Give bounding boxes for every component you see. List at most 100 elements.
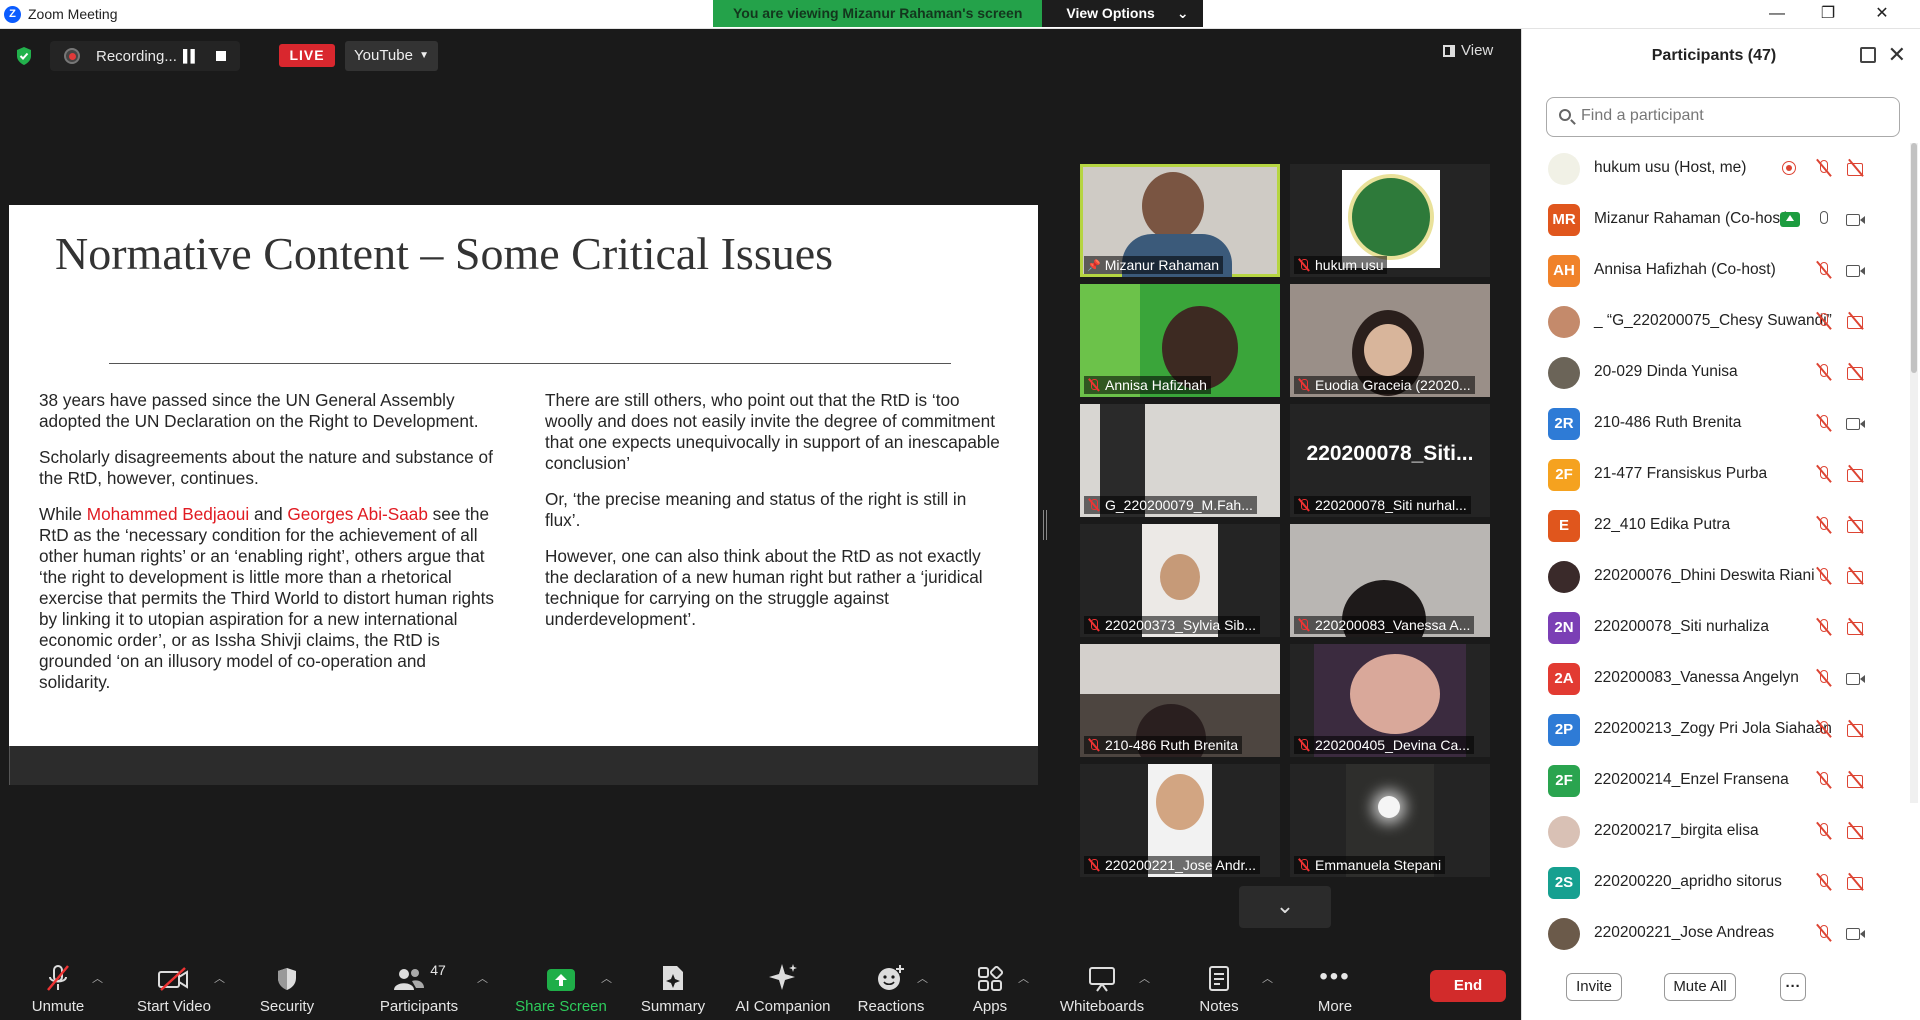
video-tile[interactable]: Euodia Graceia (22020... [1290,284,1490,397]
restore-button[interactable]: ❐ [1805,2,1851,26]
video-options-caret-icon[interactable]: ︿ [214,970,225,986]
video-tile[interactable]: G_220200079_M.Fah... [1080,404,1280,517]
video-icon[interactable] [1846,669,1866,687]
participant-row[interactable]: 20-029 Dinda Yunisa [1522,347,1906,398]
mic-muted-icon[interactable] [1814,516,1834,534]
mic-muted-icon[interactable] [1814,720,1834,738]
participant-row[interactable]: 2F 220200214_Enzel Fransena [1522,755,1906,806]
mic-icon[interactable] [1814,210,1834,228]
more-button[interactable]: ••• More [1302,956,1368,1020]
unmute-button[interactable]: Unmute [22,956,94,1020]
participant-row[interactable]: hukum usu (Host, me) [1522,143,1906,194]
mic-muted-icon[interactable] [1814,771,1834,789]
mic-muted-icon[interactable] [1814,567,1834,585]
more-options-button[interactable]: ··· [1780,973,1806,1001]
video-off-icon[interactable] [1846,312,1866,330]
mute-all-button[interactable]: Mute All [1664,973,1736,1001]
participant-list-scrollbar[interactable] [1910,143,1918,803]
video-tile[interactable]: 220200373_Sylvia Sib... [1080,524,1280,637]
view-options-button[interactable]: View Options ⌄ [1042,0,1203,27]
stop-recording-button[interactable] [216,51,226,61]
security-button[interactable]: Security [252,956,322,1020]
participant-row[interactable]: 2A 220200083_Vanessa Angelyn [1522,653,1906,704]
participant-row[interactable]: E 22_410 Edika Putra [1522,500,1906,551]
apps-options-caret-icon[interactable]: ︿ [1018,970,1029,986]
participants-button[interactable]: 47 Participants [374,956,464,1020]
share-screen-button[interactable]: Share Screen [512,956,610,1020]
close-panel-icon[interactable]: ✕ [1888,42,1906,68]
notes-button[interactable]: Notes [1186,956,1252,1020]
live-badge[interactable]: LIVE [279,44,335,67]
video-tile[interactable]: 📌 Mizanur Rahaman [1080,164,1280,277]
reactions-button[interactable]: Reactions [854,956,928,1020]
video-off-icon[interactable] [1846,363,1866,381]
whiteboards-options-caret-icon[interactable]: ︿ [1139,970,1150,986]
mic-muted-icon[interactable] [1814,822,1834,840]
notes-options-caret-icon[interactable]: ︿ [1262,970,1273,986]
participant-row[interactable]: 220200217_birgita elisa [1522,806,1906,857]
participant-row[interactable]: MR Mizanur Rahaman (Co-host) [1522,194,1906,245]
participants-options-caret-icon[interactable]: ︿ [477,970,488,986]
participant-row[interactable]: 220200076_Dhini Deswita Riani [1522,551,1906,602]
mic-muted-icon[interactable] [1814,669,1834,687]
audio-options-caret-icon[interactable]: ︿ [92,970,103,986]
video-off-icon[interactable] [1846,159,1866,177]
video-off-icon[interactable] [1846,465,1866,483]
participant-search-box[interactable] [1546,97,1900,137]
participant-row[interactable]: _ “G_220200075_Chesy Suwandi” [1522,296,1906,347]
participant-row[interactable]: 2N 220200078_Siti nurhaliza [1522,602,1906,653]
video-tile[interactable]: 220200221_Jose Andr... [1080,764,1280,877]
video-icon[interactable] [1846,924,1866,942]
gallery-next-page-button[interactable]: ⌄ [1239,886,1331,928]
video-tile[interactable]: 220200083_Vanessa A... [1290,524,1490,637]
participant-search-input[interactable] [1581,107,1881,125]
screen-sharing-icon[interactable] [1780,212,1800,227]
mic-muted-icon[interactable] [1814,414,1834,432]
video-off-icon[interactable] [1846,720,1866,738]
video-tile[interactable]: Annisa Hafizhah [1080,284,1280,397]
video-icon[interactable] [1846,261,1866,279]
video-off-icon[interactable] [1846,873,1866,891]
mic-muted-icon[interactable] [1814,363,1834,381]
share-options-caret-icon[interactable]: ︿ [601,970,612,986]
mic-muted-icon[interactable] [1814,873,1834,891]
invite-button[interactable]: Invite [1566,973,1622,1001]
mic-muted-icon[interactable] [1814,159,1834,177]
video-tile[interactable]: hukum usu [1290,164,1490,277]
participant-row[interactable]: 2S 220200220_apridho sitorus [1522,857,1906,908]
resize-splitter-handle[interactable] [1043,510,1047,540]
start-video-button[interactable]: Start Video [134,956,214,1020]
livestream-target-dropdown[interactable]: YouTube ▼ [345,41,438,71]
ai-companion-button[interactable]: AI Companion [728,956,838,1020]
close-window-button[interactable]: ✕ [1859,2,1905,26]
scrollbar-thumb[interactable] [1911,143,1917,373]
video-off-icon[interactable] [1846,822,1866,840]
participant-row[interactable]: 2P 220200213_Zogy Pri Jola Siahaan [1522,704,1906,755]
summary-button[interactable]: Summary [636,956,710,1020]
mic-muted-icon[interactable] [1814,618,1834,636]
participant-row[interactable]: 2F 21-477 Fransiskus Purba [1522,449,1906,500]
mic-muted-icon[interactable] [1814,924,1834,942]
minimize-button[interactable]: — [1754,2,1800,26]
mic-muted-icon[interactable] [1814,261,1834,279]
mic-muted-icon[interactable] [1814,465,1834,483]
video-tile[interactable]: 220200078_Siti... 220200078_Siti nurhal.… [1290,404,1490,517]
participant-row[interactable]: 2R 210-486 Ruth Brenita [1522,398,1906,449]
video-tile[interactable]: Emmanuela Stepani [1290,764,1490,877]
pause-recording-button[interactable]: ▌▌ [183,49,199,63]
video-icon[interactable] [1846,210,1866,228]
encryption-shield-icon[interactable] [15,46,33,66]
video-off-icon[interactable] [1846,567,1866,585]
reactions-options-caret-icon[interactable]: ︿ [917,970,928,986]
video-off-icon[interactable] [1846,516,1866,534]
video-tile[interactable]: 220200405_Devina Ca... [1290,644,1490,757]
end-meeting-button[interactable]: End [1430,970,1506,1002]
apps-button[interactable]: Apps [960,956,1020,1020]
video-off-icon[interactable] [1846,618,1866,636]
video-icon[interactable] [1846,414,1866,432]
participant-row[interactable]: AH Annisa Hafizhah (Co-host) [1522,245,1906,296]
whiteboards-button[interactable]: Whiteboards [1054,956,1150,1020]
pop-out-icon[interactable] [1860,47,1876,63]
mic-muted-icon[interactable] [1814,312,1834,330]
view-button[interactable]: View [1443,42,1493,59]
